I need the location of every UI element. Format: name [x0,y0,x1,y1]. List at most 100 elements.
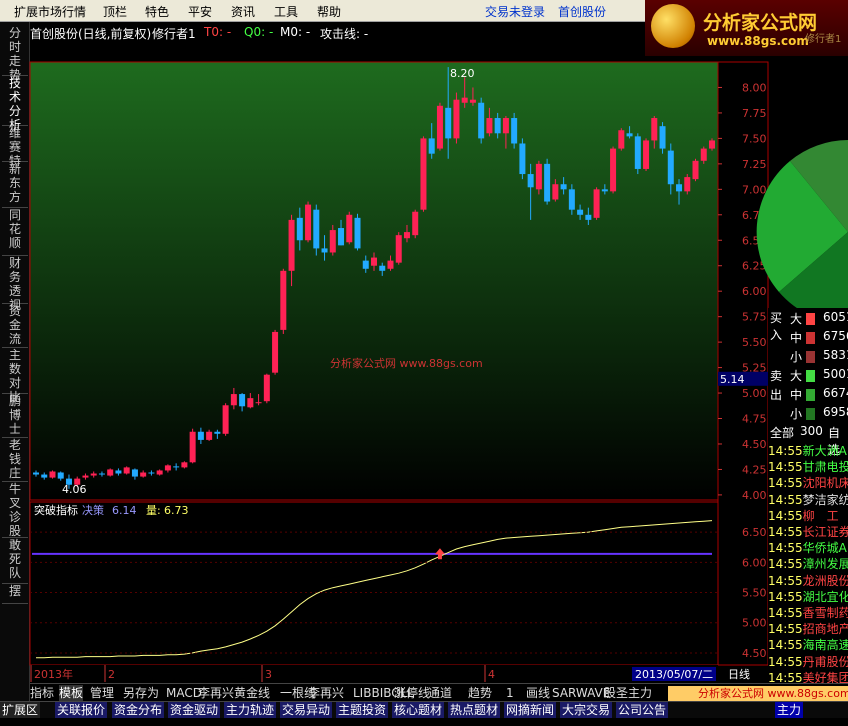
logo-title: 分析家公式网 [703,12,818,34]
extension-tab-main-force[interactable]: 主力 [775,702,804,718]
tick-row[interactable]: 14:55华侨城A [768,539,847,556]
extension-tab-10[interactable]: 大宗交易 [560,702,613,718]
extension-tab-8[interactable]: 热点题材 [448,702,501,718]
indicator-tab-1[interactable]: 模板 [59,685,84,702]
tick-stock-name: 华侨城A [802,541,847,556]
candle [346,211,353,245]
candlestick-chart[interactable]: 8.204.06 8.007.757.507.257.006.756.506.2… [0,42,848,683]
indicator-tab-11[interactable]: 趋势 [468,685,492,702]
candle [692,158,699,182]
tick-time: 14:55 [768,525,803,539]
indicator-tab-2[interactable]: 管理 [90,685,114,702]
menu-item-market[interactable]: 扩展市场行情 [14,3,86,20]
extension-tab-0[interactable]: 扩展区 [0,702,41,718]
tick-row[interactable]: 14:55梦洁家纺 [768,491,848,508]
y-tick-label: 5.00 [742,387,767,400]
home-stock-link[interactable]: 首创股份 [558,3,606,20]
y-tick-label: 7.25 [742,158,767,171]
tick-stock-name: 甘肃电投 [802,460,848,475]
candle [684,174,691,195]
tick-time: 14:55 [768,460,803,475]
menu-item-help[interactable]: 帮助 [317,3,341,20]
indicator-tab-7[interactable]: 李再兴 [308,685,344,702]
indicator-name: 突破指标 [34,503,78,517]
indicator-tab-15[interactable]: 股圣主力 [604,685,652,702]
candle [420,136,427,212]
tick-time: 14:55 [768,476,803,491]
indicator-tab-3[interactable]: 另存为 [123,685,159,702]
indicator-tab-4[interactable]: MACD [166,685,202,702]
menu-item-news[interactable]: 资讯 [231,3,255,20]
tick-row[interactable]: 14:55丹甫股份 [768,653,848,670]
sell-label: 卖出 [770,369,783,402]
order-value: 5831 [823,348,848,362]
tick-row[interactable]: 14:55柳 工 [768,507,839,524]
indicator-tab-0[interactable]: 指标 [30,685,54,702]
order-size-label: 中 [790,331,803,345]
all-label[interactable]: 全部 [770,424,794,441]
extension-tab-1[interactable]: 关联报价 [55,702,108,718]
extension-tab-4[interactable]: 主力轨迹 [224,702,277,718]
menu-item-topbar[interactable]: 顶栏 [103,3,127,20]
attack-line-label: 攻击线: - [320,27,369,41]
tick-row[interactable]: 14:55湖北宜化 [768,588,848,605]
x-axis-bg [30,665,718,683]
candle [222,403,229,436]
order-bar [806,389,815,401]
candle [643,138,650,171]
extension-tab-11[interactable]: 公司公告 [616,702,669,718]
candle [107,468,114,477]
indicator-tab-13[interactable]: 画线 [526,685,550,702]
extension-tab-3[interactable]: 资金驱动 [168,702,221,718]
x-tick-label: 4 [488,668,495,681]
extension-tab-6[interactable]: 主题投资 [336,702,389,718]
extension-tab-7[interactable]: 核心题材 [392,702,445,718]
extension-tab-9[interactable]: 网摘新闻 [504,702,557,718]
main-chart-background [30,62,718,500]
tick-stock-name: 海南高速 [802,638,848,653]
tick-row[interactable]: 14:55漳州发展 [768,555,848,572]
extension-tab-bar: 扩展区 关联报价 资金分布 资金驱动 主力轨迹 交易异动 主题投资 核心题材 热点题材 网摘新闻大… [0,701,848,718]
candle [189,428,196,464]
volume-label: 量: [146,504,161,517]
tick-stock-name: 长江证券 [802,525,848,539]
tick-time: 14:55 [768,492,803,507]
order-book-panel: 大6051中6756小5831大5001中6674小6958买入卖出全部300自… [768,308,848,703]
order-bar [806,351,815,363]
sub-y-tick-label: 6.50 [742,526,767,539]
candle [272,329,279,375]
tick-row[interactable]: 14:55香雪制药 [768,604,848,621]
extension-tab-2[interactable]: 资金分布 [112,702,165,718]
tick-row[interactable]: 14:55新大洲A [768,442,847,459]
indicator-tab-10[interactable]: 通道 [428,685,452,702]
y-tick-label: 7.00 [742,183,767,196]
tick-time: 14:55 [768,589,803,604]
tick-row[interactable]: 14:55甘肃电投 [768,458,848,475]
tick-time: 14:55 [768,557,803,572]
candle [313,204,320,256]
x-tick-label: 3 [265,668,272,681]
y-tick-label: 4.00 [742,489,767,502]
tick-row[interactable]: 14:55海南高速 [768,636,848,653]
tick-time: 14:55 [768,508,803,523]
tick-row[interactable]: 14:55龙洲股份 [768,572,848,589]
y-tick-label: 5.50 [742,336,767,349]
tick-row[interactable]: 14:55沈阳机床 [768,474,848,491]
date-box-label: 2013/05/07/二 [635,668,713,681]
candle [123,466,130,475]
menu-item-special[interactable]: 特色 [145,3,169,20]
tick-stock-name: 梦洁家纺 [802,492,848,507]
extension-tab-5[interactable]: 交易异动 [280,702,333,718]
indicator-tab-12[interactable]: 1 [506,685,514,702]
indicator-tab-14[interactable]: SARWAVE [552,685,610,702]
order-bar [806,332,815,344]
tick-row[interactable]: 14:55招商地产 [768,620,848,637]
indicator-tab-5[interactable]: 李再兴黄金线 [198,685,270,702]
menu-item-tools[interactable]: 工具 [274,3,298,20]
indicator-tab-9[interactable]: 涨停线 [394,685,430,702]
menu-item-pingan[interactable]: 平安 [188,3,212,20]
candle [49,470,56,479]
low-price-label: 4.06 [62,483,87,496]
tick-row[interactable]: 14:55长江证券 [768,523,848,540]
trade-login-link[interactable]: 交易未登录 [485,3,545,20]
